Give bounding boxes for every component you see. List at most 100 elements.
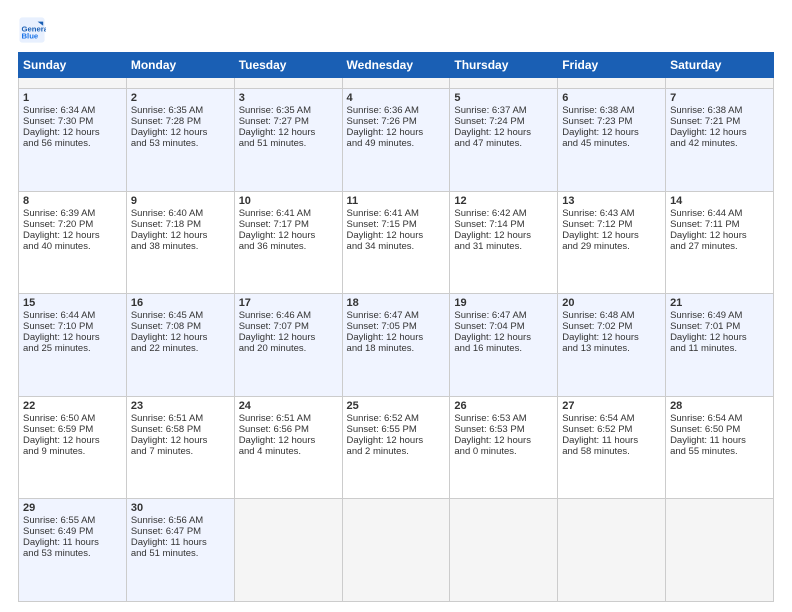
- day-info-line: Daylight: 12 hours: [131, 435, 230, 446]
- day-info-line: Sunset: 7:21 PM: [670, 116, 769, 127]
- day-info-line: Sunrise: 6:35 AM: [239, 105, 338, 116]
- day-info-line: Sunrise: 6:46 AM: [239, 310, 338, 321]
- day-cell: [450, 499, 558, 602]
- day-cell: 21Sunrise: 6:49 AMSunset: 7:01 PMDayligh…: [666, 294, 774, 397]
- day-info-line: Daylight: 12 hours: [454, 230, 553, 241]
- day-info-line: and 49 minutes.: [347, 138, 446, 149]
- day-number: 15: [23, 297, 122, 309]
- day-cell: 10Sunrise: 6:41 AMSunset: 7:17 PMDayligh…: [234, 191, 342, 294]
- day-info-line: Sunset: 7:14 PM: [454, 219, 553, 230]
- day-cell: 20Sunrise: 6:48 AMSunset: 7:02 PMDayligh…: [558, 294, 666, 397]
- day-info-line: Sunset: 6:59 PM: [23, 424, 122, 435]
- day-info-line: and 7 minutes.: [131, 446, 230, 457]
- day-number: 8: [23, 195, 122, 207]
- day-info-line: Daylight: 12 hours: [670, 127, 769, 138]
- top-header: General Blue: [18, 16, 774, 44]
- day-number: 2: [131, 92, 230, 104]
- day-info-line: and 53 minutes.: [23, 548, 122, 559]
- day-info-line: Sunrise: 6:42 AM: [454, 208, 553, 219]
- day-info-line: and 9 minutes.: [23, 446, 122, 457]
- day-info-line: Sunset: 6:52 PM: [562, 424, 661, 435]
- day-info-line: Daylight: 12 hours: [670, 332, 769, 343]
- col-header-tuesday: Tuesday: [234, 53, 342, 78]
- day-info-line: Daylight: 12 hours: [23, 435, 122, 446]
- week-row-5: 29Sunrise: 6:55 AMSunset: 6:49 PMDayligh…: [19, 499, 774, 602]
- day-info-line: and 51 minutes.: [131, 548, 230, 559]
- day-info-line: Daylight: 12 hours: [454, 332, 553, 343]
- day-cell: 29Sunrise: 6:55 AMSunset: 6:49 PMDayligh…: [19, 499, 127, 602]
- day-cell: 3Sunrise: 6:35 AMSunset: 7:27 PMDaylight…: [234, 89, 342, 192]
- day-info-line: Sunrise: 6:47 AM: [454, 310, 553, 321]
- day-number: 21: [670, 297, 769, 309]
- day-cell: [342, 499, 450, 602]
- day-number: 30: [131, 502, 230, 514]
- day-number: 3: [239, 92, 338, 104]
- day-info-line: Sunrise: 6:48 AM: [562, 310, 661, 321]
- day-cell: 23Sunrise: 6:51 AMSunset: 6:58 PMDayligh…: [126, 396, 234, 499]
- day-number: 25: [347, 400, 446, 412]
- day-cell: 22Sunrise: 6:50 AMSunset: 6:59 PMDayligh…: [19, 396, 127, 499]
- col-header-monday: Monday: [126, 53, 234, 78]
- day-cell: 30Sunrise: 6:56 AMSunset: 6:47 PMDayligh…: [126, 499, 234, 602]
- day-info-line: and 58 minutes.: [562, 446, 661, 457]
- day-cell: [558, 78, 666, 89]
- page: General Blue SundayMondayTuesdayWednesda…: [0, 0, 792, 612]
- day-info-line: Daylight: 12 hours: [239, 332, 338, 343]
- col-header-friday: Friday: [558, 53, 666, 78]
- day-info-line: Daylight: 12 hours: [562, 127, 661, 138]
- day-info-line: and 13 minutes.: [562, 343, 661, 354]
- day-cell: 4Sunrise: 6:36 AMSunset: 7:26 PMDaylight…: [342, 89, 450, 192]
- day-info-line: Sunrise: 6:41 AM: [347, 208, 446, 219]
- day-number: 11: [347, 195, 446, 207]
- day-info-line: Sunrise: 6:47 AM: [347, 310, 446, 321]
- day-info-line: Daylight: 11 hours: [23, 537, 122, 548]
- week-row-3: 15Sunrise: 6:44 AMSunset: 7:10 PM Dayligh…: [19, 294, 774, 397]
- day-info-line: and 53 minutes.: [131, 138, 230, 149]
- day-number: 27: [562, 400, 661, 412]
- day-cell: 28Sunrise: 6:54 AMSunset: 6:50 PMDayligh…: [666, 396, 774, 499]
- day-cell: 25Sunrise: 6:52 AMSunset: 6:55 PMDayligh…: [342, 396, 450, 499]
- day-info-line: Sunset: 7:02 PM: [562, 321, 661, 332]
- day-info-line: Daylight: 12 hours: [23, 230, 122, 241]
- col-header-saturday: Saturday: [666, 53, 774, 78]
- day-info-line: Sunset: 7:20 PM: [23, 219, 122, 230]
- day-cell: 1Sunrise: 6:34 AMSunset: 7:30 PMDaylight…: [19, 89, 127, 192]
- day-info-line: Sunset: 7:01 PM: [670, 321, 769, 332]
- day-cell: [450, 78, 558, 89]
- day-info-line: Sunrise: 6:39 AM: [23, 208, 122, 219]
- day-number: 22: [23, 400, 122, 412]
- day-cell: 18Sunrise: 6:47 AMSunset: 7:05 PMDayligh…: [342, 294, 450, 397]
- day-info-line: and 4 minutes.: [239, 446, 338, 457]
- day-cell: 11Sunrise: 6:41 AMSunset: 7:15 PMDayligh…: [342, 191, 450, 294]
- day-cell: 19Sunrise: 6:47 AMSunset: 7:04 PMDayligh…: [450, 294, 558, 397]
- day-info-line: Sunset: 7:28 PM: [131, 116, 230, 127]
- day-info-line: Sunrise: 6:44 AM: [23, 310, 122, 321]
- day-info-line: Sunset: 6:49 PM: [23, 526, 122, 537]
- day-info-line: Sunrise: 6:40 AM: [131, 208, 230, 219]
- day-info-line: Daylight: 12 hours: [454, 435, 553, 446]
- day-info-line: Sunset: 6:53 PM: [454, 424, 553, 435]
- day-info-line: Daylight: 11 hours: [670, 435, 769, 446]
- day-info-line: Sunset: 7:18 PM: [131, 219, 230, 230]
- day-info-line: Sunrise: 6:38 AM: [562, 105, 661, 116]
- day-info-line: Sunrise: 6:54 AM: [562, 413, 661, 424]
- day-cell: 24Sunrise: 6:51 AMSunset: 6:56 PMDayligh…: [234, 396, 342, 499]
- day-info-line: Sunset: 6:58 PM: [131, 424, 230, 435]
- day-cell: 15Sunrise: 6:44 AMSunset: 7:10 PMDayligh…: [19, 294, 127, 397]
- day-cell: 17Sunrise: 6:46 AMSunset: 7:07 PMDayligh…: [234, 294, 342, 397]
- day-info-line: Sunset: 7:04 PM: [454, 321, 553, 332]
- day-cell: 13Sunrise: 6:43 AMSunset: 7:12 PMDayligh…: [558, 191, 666, 294]
- day-info-line: Sunrise: 6:45 AM: [131, 310, 230, 321]
- day-info-line: Sunrise: 6:37 AM: [454, 105, 553, 116]
- day-cell: [342, 78, 450, 89]
- day-info-line: Sunset: 7:07 PM: [239, 321, 338, 332]
- week-row-4: 22Sunrise: 6:50 AMSunset: 6:59 PMDayligh…: [19, 396, 774, 499]
- day-info-line: Sunset: 7:10 PM: [23, 321, 122, 332]
- day-info-line: Sunrise: 6:51 AM: [131, 413, 230, 424]
- day-number: 1: [23, 92, 122, 104]
- day-info-line: Sunrise: 6:55 AM: [23, 515, 122, 526]
- day-info-line: and 11 minutes.: [670, 343, 769, 354]
- day-info-line: Sunset: 7:11 PM: [670, 219, 769, 230]
- day-info-line: Daylight: 12 hours: [347, 127, 446, 138]
- day-number: 23: [131, 400, 230, 412]
